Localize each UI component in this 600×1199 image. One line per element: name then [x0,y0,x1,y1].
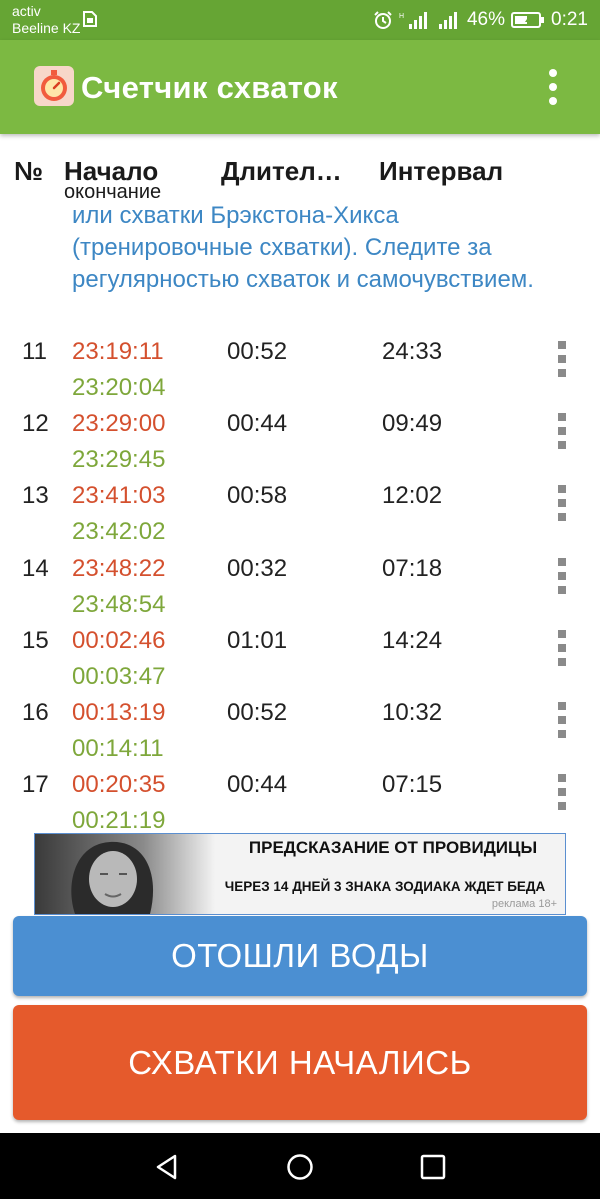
start-time: 23:19:11 [72,338,164,365]
duration: 00:52 [227,338,288,365]
row-more-icon[interactable] [552,774,572,811]
carrier-line-2: Beeline KZ [12,20,81,36]
row-number: 14 [22,554,49,582]
ad-title: ПРЕДСКАЗАНИЕ ОТ ПРОВИДИЦЫ [248,838,538,857]
battery-percent: 46% [466,9,506,30]
duration: 00:52 [227,699,288,726]
row-more-icon[interactable] [552,557,572,594]
start-time: 00:02:46 [72,626,166,654]
end-time: 23:29:45 [72,446,166,474]
stopwatch-icon [34,66,74,106]
table-row[interactable]: 17 00:20:35 00:21:19 00:44 07:15 [0,764,600,836]
carrier-line-1: activ [12,3,41,19]
column-header-number: № [14,156,43,186]
table-row[interactable]: 13 23:41:03 23:42:02 00:58 12:02 [0,475,600,547]
end-time: 00:03:47 [72,662,166,690]
alarm-icon [374,11,392,29]
row-more-icon[interactable] [552,413,572,450]
duration: 01:01 [227,626,288,654]
end-time: 23:42:02 [72,518,166,546]
home-icon[interactable] [286,1153,314,1181]
end-time: 00:21:19 [72,807,166,835]
ad-label: реклама 18+ [491,898,557,910]
interval: 07:15 [382,771,443,799]
battery-icon [511,12,545,28]
interval: 10:32 [382,699,443,726]
table-row[interactable]: 12 23:29:00 23:29:45 00:44 09:49 [0,403,600,475]
row-number: 15 [22,626,49,654]
start-time: 23:48:22 [72,554,166,582]
interval: 09:49 [382,410,443,438]
column-header-duration[interactable]: Длител… [221,156,342,187]
duration: 00:58 [227,482,288,510]
table-row[interactable]: 16 00:13:19 00:14:11 00:52 10:32 [0,692,600,764]
row-number: 17 [22,771,49,799]
row-more-icon[interactable] [552,341,572,377]
duration: 00:44 [227,410,288,438]
interval: 07:18 [382,554,443,582]
start-time: 00:20:35 [72,771,166,799]
end-time: 23:48:54 [72,590,166,618]
navigation-bar [0,1133,600,1199]
row-more-icon[interactable] [552,485,572,522]
back-icon[interactable] [153,1153,181,1181]
water-broke-button[interactable]: ОТОШЛИ ВОДЫ [13,916,587,996]
more-vert-icon[interactable] [538,65,568,109]
info-message: или схватки Брэкстона-Хикса (тренировочн… [72,202,534,293]
app-bar: Счетчик схваток [0,40,600,134]
start-time: 23:41:03 [72,482,166,510]
row-more-icon[interactable] [552,629,572,666]
table-row[interactable]: 15 00:02:46 00:03:47 01:01 14:24 [0,620,600,692]
signal-icon [438,12,457,29]
svg-text:H: H [399,13,404,20]
row-number: 11 [22,338,47,365]
duration: 00:44 [227,771,288,799]
row-number: 13 [22,482,49,510]
app-title: Счетчик схваток [81,70,338,105]
recents-icon[interactable] [419,1153,447,1181]
row-number: 16 [22,699,49,726]
end-time: 00:14:11 [72,735,164,762]
start-time: 00:13:19 [72,699,166,726]
start-time: 23:29:00 [72,410,166,438]
duration: 00:32 [227,554,288,582]
ad-image [35,834,215,914]
interval: 14:24 [382,626,443,654]
sim-icon [83,11,97,27]
contractions-started-button[interactable]: СХВАТКИ НАЧАЛИСЬ [13,1005,587,1120]
ad-banner[interactable]: ПРЕДСКАЗАНИЕ ОТ ПРОВИДИЦЫ ЧЕРЕЗ 14 ДНЕЙ … [34,833,566,915]
row-more-icon[interactable] [552,702,572,738]
table-row[interactable]: 14 23:48:22 23:48:54 00:32 07:18 [0,548,600,620]
carrier-info: activ Beeline KZ [12,3,80,37]
status-bar: activ Beeline KZ H 46% 0:21 [0,0,600,40]
interval: 12:02 [382,482,443,510]
status-time: 0:21 [551,9,588,30]
ad-subtitle: ЧЕРЕЗ 14 ДНЕЙ 3 ЗНАКА ЗОДИАКА ЖДЕТ БЕДА [224,879,546,894]
column-header-interval[interactable]: Интервал [379,156,503,187]
status-icons: H 46% 0:21 [373,0,588,40]
row-number: 12 [22,410,49,438]
interval: 24:33 [382,338,443,365]
table-row[interactable]: 11 23:19:11 23:20:04 00:52 24:33 [0,331,600,403]
signal-icon: H [399,12,427,29]
end-time: 23:20:04 [72,374,166,401]
